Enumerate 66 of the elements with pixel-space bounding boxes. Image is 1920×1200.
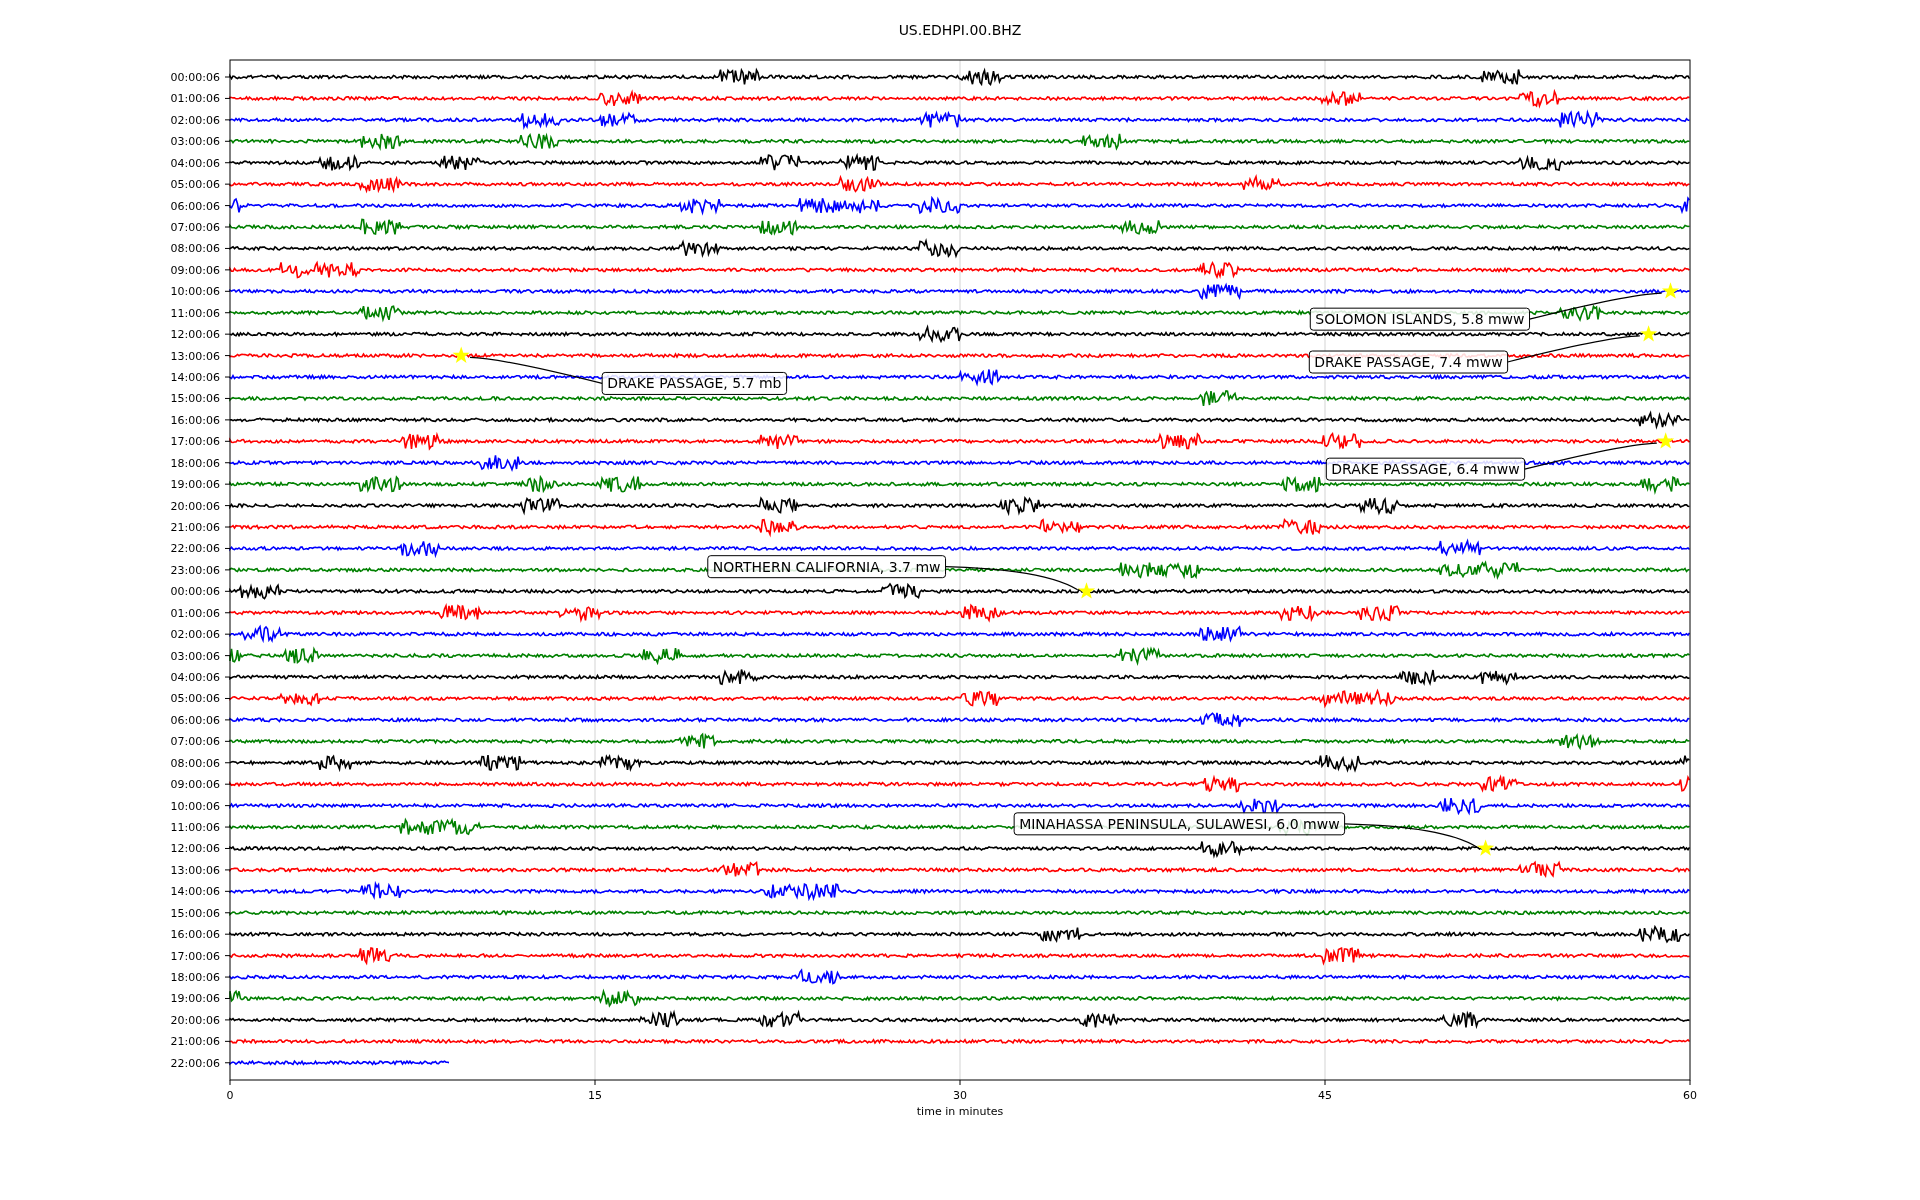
- tick-label: 11:00:06: [170, 821, 220, 835]
- tick-label: 13:00:06: [170, 863, 220, 877]
- tick-label: 20:00:06: [170, 499, 220, 513]
- tick-label: 18:00:06: [170, 971, 220, 985]
- tick-label: 01:00:06: [170, 92, 220, 106]
- tick-label: 15: [588, 1089, 602, 1102]
- tick-label: 19:00:06: [170, 992, 220, 1006]
- tick-label: 17:00:06: [170, 435, 220, 449]
- tick-label: 09:00:06: [170, 778, 220, 792]
- tick-label: 60: [1683, 1089, 1697, 1102]
- tick-label: 02:00:06: [170, 113, 220, 127]
- tick-label: 23:00:06: [170, 563, 220, 577]
- tick-label: 17:00:06: [170, 949, 220, 963]
- tick-label: 16:00:06: [170, 413, 220, 427]
- event-annotation: MINAHASSA PENINSULA, SULAWESI, 6.0 mww: [1013, 812, 1346, 836]
- event-annotation: DRAKE PASSAGE, 5.7 mb: [601, 371, 788, 395]
- tick-label: 19:00:06: [170, 478, 220, 492]
- tick-label: 14:00:06: [170, 885, 220, 899]
- tick-label: 05:00:06: [170, 178, 220, 192]
- tick-label: 21:00:06: [170, 521, 220, 535]
- star-icon: [1662, 282, 1680, 299]
- tick-label: 15:00:06: [170, 392, 220, 406]
- tick-label: 00:00:06: [170, 71, 220, 84]
- tick-label: 09:00:06: [170, 263, 220, 277]
- tick-label: 13:00:06: [170, 349, 220, 363]
- tick-label: 05:00:06: [170, 692, 220, 706]
- tick-label: 18:00:06: [170, 456, 220, 470]
- tick-label: 04:00:06: [170, 156, 220, 170]
- tick-label: 11:00:06: [170, 306, 220, 320]
- tick-label: 00:00:06: [170, 585, 220, 599]
- tick-label: 12:00:06: [170, 842, 220, 856]
- star-icon: [1078, 582, 1096, 599]
- tick-label: 30: [953, 1089, 967, 1102]
- tick-label: 10:00:06: [170, 799, 220, 813]
- event-annotation: NORTHERN CALIFORNIA, 3.7 mw: [707, 555, 947, 579]
- star-icon: [1657, 432, 1675, 449]
- tick-label: 16:00:06: [170, 928, 220, 942]
- tick-label: 02:00:06: [170, 628, 220, 642]
- tick-label: 07:00:06: [170, 735, 220, 749]
- tick-label: 06:00:06: [170, 713, 220, 727]
- tick-label: 22:00:06: [170, 542, 220, 556]
- tick-label: 08:00:06: [170, 756, 220, 770]
- tick-label: 06:00:06: [170, 199, 220, 213]
- tick-label: 20:00:06: [170, 1013, 220, 1027]
- tick-label: 0: [226, 1089, 234, 1102]
- axis-label: time in minutes: [916, 1105, 1004, 1118]
- tick-label: 14:00:06: [170, 371, 220, 384]
- tick-label: 22:00:06: [170, 1056, 220, 1070]
- tick-label: 21:00:06: [170, 1035, 220, 1049]
- tick-label: 01:00:06: [170, 606, 220, 620]
- event-annotation: DRAKE PASSAGE, 6.4 mww: [1325, 457, 1526, 481]
- star-icon: [1640, 325, 1658, 342]
- tick-label: 07:00:06: [170, 221, 220, 234]
- event-annotation: DRAKE PASSAGE, 7.4 mww: [1308, 350, 1509, 374]
- tick-label: 45: [1318, 1089, 1332, 1102]
- tick-label: 03:00:06: [170, 135, 220, 149]
- star-icon: [452, 346, 470, 363]
- tick-label: 08:00:06: [170, 242, 220, 256]
- chart-title: US.EDHPI.00.BHZ: [898, 22, 1022, 38]
- tick-label: 03:00:06: [170, 649, 220, 663]
- star-icon: [1477, 839, 1495, 856]
- tick-label: 10:00:06: [170, 285, 220, 299]
- event-annotation: SOLOMON ISLANDS, 5.8 mww: [1309, 307, 1531, 331]
- tick-label: 12:00:06: [170, 328, 220, 342]
- tick-label: 15:00:06: [170, 906, 220, 920]
- tick-label: 04:00:06: [170, 671, 220, 685]
